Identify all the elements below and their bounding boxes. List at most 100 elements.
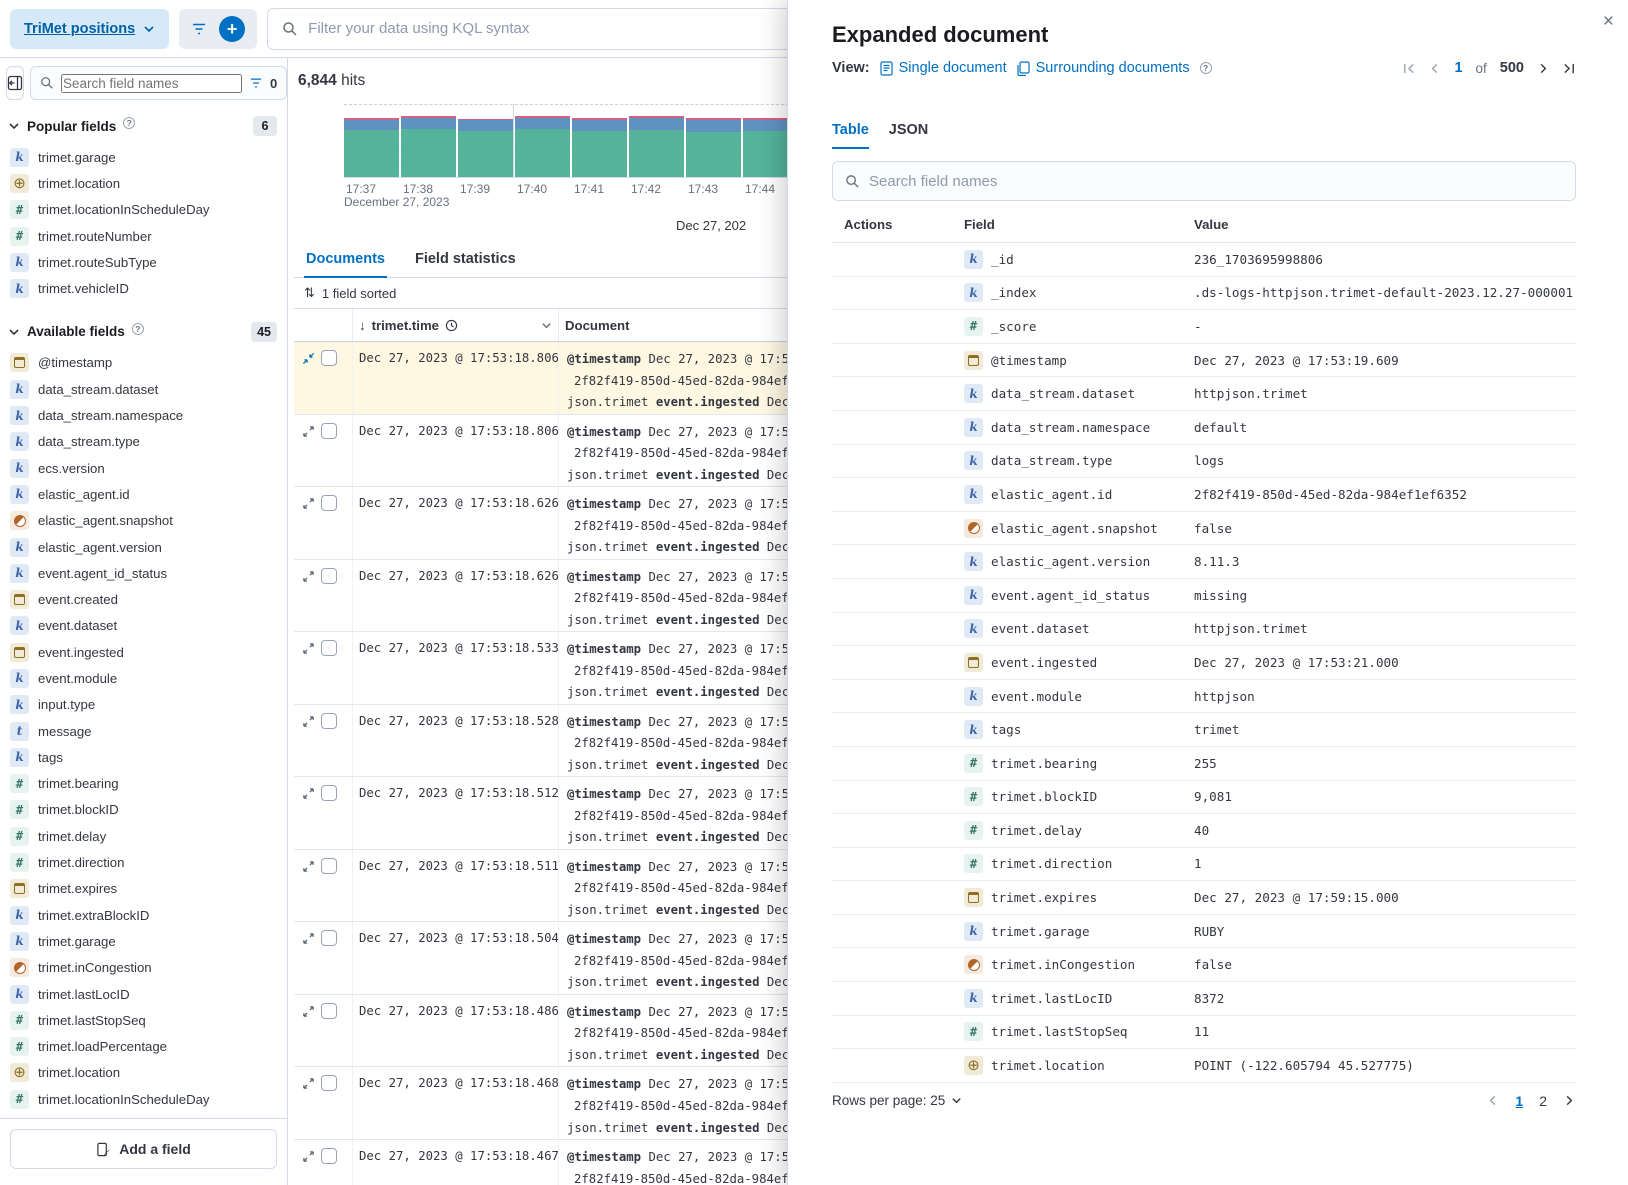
row-field: #_score (952, 317, 1182, 336)
field-list-item[interactable]: tmessage (8, 718, 279, 744)
collapse-sidebar-button[interactable] (6, 66, 24, 100)
expand-document-icon[interactable] (302, 1005, 315, 1018)
row-checkbox[interactable] (321, 568, 337, 584)
field-list-item[interactable]: kevent.agent_id_status (8, 560, 279, 586)
field-list-item[interactable]: #trimet.lastStopSeq (8, 1007, 279, 1033)
field-list-item[interactable]: elastic_agent.snapshot (8, 508, 279, 534)
field-list-item[interactable]: kevent.dataset (8, 613, 279, 639)
number-field-icon: # (10, 800, 29, 819)
field-list-item[interactable]: #trimet.loadPercentage (8, 1034, 279, 1060)
flyout-field-row: ktags trimet (832, 713, 1576, 747)
field-list-item[interactable]: trimet.inCongestion (8, 955, 279, 981)
field-list-item[interactable]: ktrimet.garage (8, 928, 279, 954)
flyout-field-search-input[interactable] (869, 173, 1563, 190)
tab-field-statistics[interactable]: Field statistics (413, 244, 518, 277)
flyout-tab-json[interactable]: JSON (889, 122, 929, 149)
available-fields-header[interactable]: Available fields ? 45 (0, 318, 287, 346)
field-list-item[interactable]: #trimet.bearing (8, 771, 279, 797)
histogram-plot-area[interactable] (344, 104, 814, 178)
field-name: @timestamp (991, 353, 1067, 368)
surrounding-documents-link[interactable]: Surrounding documents (1017, 60, 1190, 76)
field-list-item[interactable]: kevent.module (8, 665, 279, 691)
time-column-header[interactable]: ↓ trimet.time (352, 309, 558, 341)
expand-document-icon[interactable] (302, 425, 315, 438)
field-list-item[interactable]: #trimet.direction (8, 849, 279, 875)
data-view-picker[interactable]: TriMet positions (10, 9, 169, 49)
field-list-item[interactable]: ⊕trimet.location (8, 170, 279, 196)
field-list-item[interactable]: kecs.version (8, 455, 279, 481)
filter-funnel-icon[interactable] (191, 22, 207, 36)
expand-document-icon[interactable] (302, 1150, 315, 1163)
field-value: .ds-logs-httpjson.trimet-default-2023.12… (1182, 285, 1576, 300)
expand-document-icon[interactable] (302, 570, 315, 583)
field-list-item[interactable]: event.ingested (8, 639, 279, 665)
field-list-item[interactable]: kinput.type (8, 692, 279, 718)
row-checkbox[interactable] (321, 640, 337, 656)
field-list-item[interactable]: kdata_stream.dataset (8, 376, 279, 402)
field-list-item[interactable]: ktrimet.lastLocID (8, 981, 279, 1007)
field-list-item[interactable]: kelastic_agent.version (8, 534, 279, 560)
row-checkbox[interactable] (321, 423, 337, 439)
field-list-item[interactable]: kelastic_agent.id (8, 481, 279, 507)
add-filter-button[interactable]: + (219, 16, 245, 42)
document-column-label: Document (565, 318, 629, 333)
popular-fields-header[interactable]: Popular fields ? 6 (0, 112, 287, 140)
row-checkbox[interactable] (321, 1003, 337, 1019)
row-checkbox[interactable] (321, 713, 337, 729)
field-search-input[interactable] (61, 74, 242, 93)
last-page-icon[interactable] (1563, 62, 1576, 75)
field-list-item[interactable]: ktrimet.extraBlockID (8, 902, 279, 928)
collapse-document-icon[interactable] (302, 352, 315, 365)
expand-document-icon[interactable] (302, 642, 315, 655)
field-list-item[interactable]: trimet.expires (8, 876, 279, 902)
field-list-item[interactable]: #trimet.delay (8, 823, 279, 849)
add-field-button[interactable]: Add a field (10, 1129, 277, 1169)
row-checkbox[interactable] (321, 350, 337, 366)
row-checkbox[interactable] (321, 930, 337, 946)
keyword-field-icon: k (10, 148, 29, 167)
keyword-field-icon: k (964, 586, 983, 605)
next-page-icon[interactable] (1563, 1094, 1576, 1107)
expand-document-icon[interactable] (302, 1077, 315, 1090)
row-checkbox[interactable] (321, 1148, 337, 1164)
expand-document-icon[interactable] (302, 787, 315, 800)
field-list-item[interactable]: ⊕trimet.location (8, 1060, 279, 1086)
field-list-item[interactable]: kdata_stream.namespace (8, 402, 279, 428)
field-list-item[interactable]: ktags (8, 744, 279, 770)
rows-per-page-control[interactable]: Rows per page: 25 (832, 1093, 962, 1108)
single-document-link[interactable]: Single document (880, 60, 1007, 76)
field-search-box[interactable]: 0 (30, 66, 287, 100)
chevron-down-icon[interactable] (541, 320, 552, 331)
field-list-item[interactable]: ktrimet.garage (8, 144, 279, 170)
field-list-item[interactable]: #trimet.blockID (8, 797, 279, 823)
row-checkbox[interactable] (321, 495, 337, 511)
expand-document-icon[interactable] (302, 497, 315, 510)
row-checkbox[interactable] (321, 1075, 337, 1091)
close-icon[interactable]: × (1603, 12, 1614, 31)
field-list-item[interactable]: event.created (8, 586, 279, 612)
row-checkbox[interactable] (321, 785, 337, 801)
field-list-item[interactable]: @timestamp (8, 350, 279, 376)
prev-page-icon[interactable] (1486, 1094, 1499, 1107)
field-list-item[interactable]: ktrimet.routeSubType (8, 249, 279, 275)
row-checkbox[interactable] (321, 858, 337, 874)
page-number-2[interactable]: 2 (1539, 1093, 1547, 1109)
next-page-icon[interactable] (1537, 62, 1550, 75)
tab-documents[interactable]: Documents (304, 244, 387, 278)
field-list-item[interactable]: #trimet.routeNumber (8, 223, 279, 249)
field-filter-icon[interactable] (249, 77, 263, 89)
add-field-label: Add a field (119, 1141, 191, 1157)
expand-document-icon[interactable] (302, 932, 315, 945)
flyout-field-search[interactable] (832, 161, 1576, 201)
expand-document-icon[interactable] (302, 715, 315, 728)
first-page-icon[interactable] (1402, 62, 1415, 75)
expand-document-icon[interactable] (302, 860, 315, 873)
prev-page-icon[interactable] (1428, 62, 1441, 75)
field-list-item[interactable]: #trimet.locationInScheduleDay (8, 197, 279, 223)
field-list-item[interactable]: ktrimet.vehicleID (8, 275, 279, 301)
field-list-item[interactable]: #trimet.locationInScheduleDay (8, 1086, 279, 1112)
pager-current[interactable]: 1 (1454, 60, 1462, 76)
flyout-tab-table[interactable]: Table (832, 122, 869, 149)
page-number-1[interactable]: 1 (1515, 1093, 1523, 1109)
field-list-item[interactable]: kdata_stream.type (8, 429, 279, 455)
